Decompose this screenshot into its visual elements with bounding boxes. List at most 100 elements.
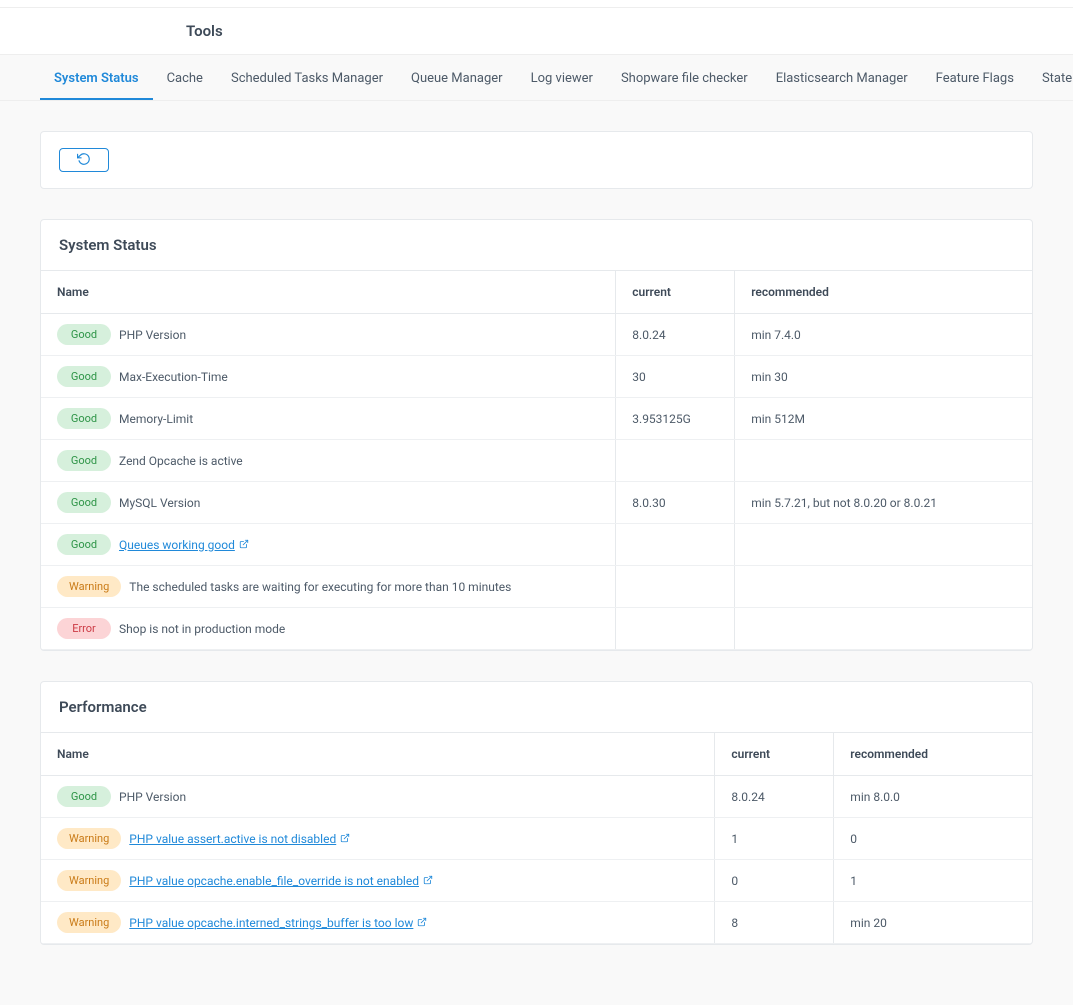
tab-shopware-file-checker[interactable]: Shopware file checker <box>607 59 762 100</box>
performance-table: Name current recommended Good PHP Version… <box>41 732 1032 944</box>
row-link[interactable]: PHP value opcache.enable_file_override i… <box>129 874 419 888</box>
table-row: Warning PHP value opcache.enable_file_ove… <box>41 860 1032 902</box>
tab-state-machine-viewer[interactable]: State Machine Viewer <box>1028 59 1073 100</box>
refresh-card <box>40 131 1033 189</box>
cell-name: Good PHP Version <box>41 314 616 356</box>
cell-recommended: min 20 <box>834 902 1032 944</box>
tab-elasticsearch-manager[interactable]: Elasticsearch Manager <box>762 59 922 100</box>
system-status-table: Name current recommended GoodPHP Version… <box>41 270 1032 650</box>
tab-system-status[interactable]: System Status <box>40 59 153 100</box>
status-badge: Warning <box>57 576 121 597</box>
cell-name: Good PHP Version <box>41 776 715 818</box>
page-title: Tools <box>186 22 223 40</box>
header-bar: Tools <box>0 8 1073 55</box>
external-link-icon <box>340 832 350 846</box>
cell-current: 8.0.24 <box>715 776 834 818</box>
status-badge: Error <box>57 618 111 639</box>
row-name: The scheduled tasks are waiting for exec… <box>129 580 511 594</box>
table-row: GoodMySQL Version8.0.30min 5.7.21, but n… <box>41 482 1032 524</box>
tabs-row: System StatusCacheScheduled Tasks Manage… <box>0 59 1073 101</box>
cell-name: Good Zend Opcache is active <box>41 440 616 482</box>
cell-name: Warning PHP value assert.active is not di… <box>41 818 715 860</box>
cell-recommended <box>735 608 1032 650</box>
cell-current <box>616 440 735 482</box>
table-row: Good Max-Execution-Time 30min 30 <box>41 356 1032 398</box>
refresh-button[interactable] <box>59 148 109 172</box>
panel-title-system-status: System Status <box>41 220 1032 270</box>
tab-log-viewer[interactable]: Log viewer <box>517 59 607 100</box>
cell-current: 0 <box>715 860 834 902</box>
cell-recommended: min 30 <box>735 356 1032 398</box>
table-row: Good PHP Version 8.0.24min 7.4.0 <box>41 314 1032 356</box>
row-name: PHP Version <box>119 790 186 804</box>
cell-current: 8 <box>715 902 834 944</box>
tab-scheduled-tasks-manager[interactable]: Scheduled Tasks Manager <box>217 59 397 100</box>
status-badge: Warning <box>57 912 121 933</box>
table-row: Warning The scheduled tasks are waiting f… <box>41 566 1032 608</box>
col-name: Name <box>41 733 715 776</box>
cell-recommended: 0 <box>834 818 1032 860</box>
cell-recommended <box>735 524 1032 566</box>
tab-cache[interactable]: Cache <box>153 59 217 100</box>
cell-name: Error Shop is not in production mode <box>41 608 616 650</box>
refresh-icon <box>77 152 91 169</box>
cell-recommended: min 8.0.0 <box>834 776 1032 818</box>
external-link-icon <box>423 874 433 888</box>
table-row: Good Queues working good <box>41 524 1032 566</box>
table-row: Warning PHP value assert.active is not di… <box>41 818 1032 860</box>
col-current: current <box>715 733 834 776</box>
cell-recommended: min 5.7.21, but not 8.0.20 or 8.0.21 <box>735 482 1032 524</box>
status-badge: Good <box>57 450 111 471</box>
status-badge: Good <box>57 324 111 345</box>
status-badge: Good <box>57 534 111 555</box>
table-row: Good Zend Opcache is active <box>41 440 1032 482</box>
cell-name: Warning PHP value opcache.interned_string… <box>41 902 715 944</box>
tab-queue-manager[interactable]: Queue Manager <box>397 59 517 100</box>
row-link[interactable]: PHP value assert.active is not disabled <box>129 832 336 846</box>
status-badge: Good <box>57 408 111 429</box>
cell-name: Warning PHP value opcache.enable_file_ove… <box>41 860 715 902</box>
row-name: Zend Opcache is active <box>119 454 243 468</box>
cell-current: 8.0.30 <box>616 482 735 524</box>
external-link-icon <box>239 538 249 552</box>
col-recommended: recommended <box>735 271 1032 314</box>
cell-name: Good Max-Execution-Time <box>41 356 616 398</box>
table-row: Warning PHP value opcache.interned_string… <box>41 902 1032 944</box>
cell-current <box>616 524 735 566</box>
row-name: PHP Version <box>119 328 186 342</box>
status-badge: Good <box>57 786 111 807</box>
status-badge: Good <box>57 366 111 387</box>
row-name: MySQL Version <box>119 496 200 510</box>
system-status-panel: System Status Name current recommended G… <box>40 219 1033 651</box>
tab-feature-flags[interactable]: Feature Flags <box>922 59 1028 100</box>
row-name: Max-Execution-Time <box>119 370 228 384</box>
cell-recommended: 1 <box>834 860 1032 902</box>
cell-current: 3.953125G <box>616 398 735 440</box>
row-link[interactable]: PHP value opcache.interned_strings_buffe… <box>129 916 413 930</box>
table-row: Good PHP Version 8.0.24min 8.0.0 <box>41 776 1032 818</box>
row-name: Memory-Limit <box>119 412 193 426</box>
cell-current <box>616 608 735 650</box>
cell-current <box>616 566 735 608</box>
status-badge: Warning <box>57 870 121 891</box>
cell-current: 8.0.24 <box>616 314 735 356</box>
cell-name: Good Memory-Limit <box>41 398 616 440</box>
cell-current: 1 <box>715 818 834 860</box>
col-recommended: recommended <box>834 733 1032 776</box>
cell-recommended: min 512M <box>735 398 1032 440</box>
cell-name: GoodMySQL Version <box>41 482 616 524</box>
col-name: Name <box>41 271 616 314</box>
cell-current: 30 <box>616 356 735 398</box>
cell-name: Good Queues working good <box>41 524 616 566</box>
row-link[interactable]: Queues working good <box>119 538 235 552</box>
table-row: Good Memory-Limit 3.953125Gmin 512M <box>41 398 1032 440</box>
cell-recommended: min 7.4.0 <box>735 314 1032 356</box>
panel-title-performance: Performance <box>41 682 1032 732</box>
content-area: System Status Name current recommended G… <box>0 101 1073 1005</box>
status-badge: Warning <box>57 828 121 849</box>
performance-panel: Performance Name current recommended Goo… <box>40 681 1033 945</box>
external-link-icon <box>417 916 427 930</box>
cell-recommended <box>735 440 1032 482</box>
row-name: Shop is not in production mode <box>119 622 285 636</box>
table-row: Error Shop is not in production mode <box>41 608 1032 650</box>
